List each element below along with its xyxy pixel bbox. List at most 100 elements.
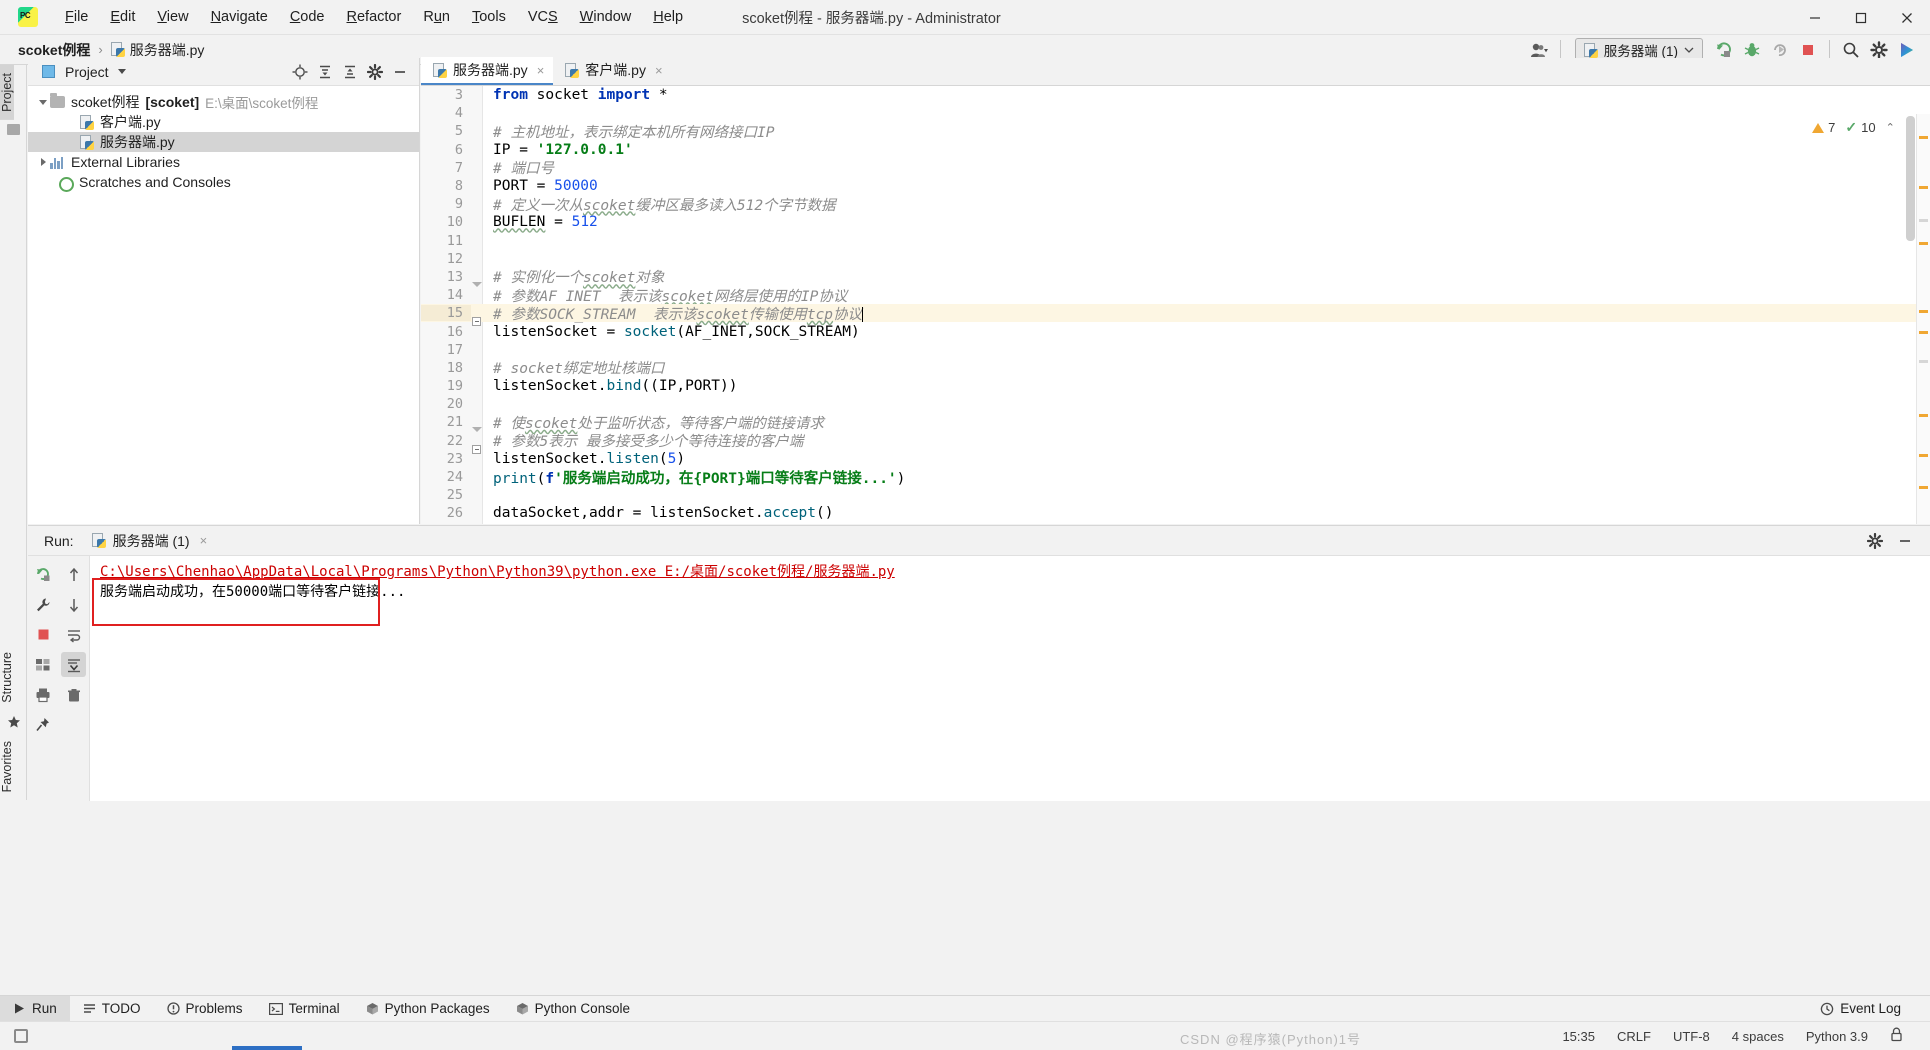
settings-icon[interactable] — [364, 61, 386, 83]
bottom-tab-problems[interactable]: Problems — [154, 996, 256, 1022]
maximize-button[interactable] — [1838, 0, 1884, 35]
trash-icon[interactable] — [61, 682, 86, 707]
code-line[interactable]: 17 — [421, 341, 1930, 359]
code-line[interactable]: 6IP = '127.0.0.1' — [421, 141, 1930, 159]
tree-node[interactable]: scoket例程[scoket]E:\桌面\scoket例程 — [28, 92, 419, 112]
scroll-down-icon[interactable] — [61, 592, 86, 617]
menu-item-run[interactable]: Run — [412, 5, 461, 29]
soft-wrap-icon[interactable] — [61, 622, 86, 647]
close-button[interactable] — [1884, 0, 1930, 35]
editor-tab-strip: 服务器端.py×客户端.py× — [421, 58, 1930, 86]
code-line[interactable]: 13# 实例化一个scoket对象 — [421, 268, 1930, 286]
menu-item-code[interactable]: Code — [279, 5, 336, 29]
run-session-label: 服务器端 (1) — [113, 531, 190, 551]
layout-toggle-icon[interactable] — [14, 1029, 28, 1043]
run-console[interactable]: C:\Users\Chenhao\AppData\Local\Programs\… — [90, 556, 1930, 801]
tree-node[interactable]: 客户端.py — [28, 112, 419, 132]
code-line[interactable]: 21# 使scoket处于监听状态，等待客户端的链接请求 — [421, 413, 1930, 431]
tool-tab-project[interactable]: Project — [0, 65, 14, 120]
wrench-icon[interactable] — [31, 592, 56, 617]
menu-item-view[interactable]: View — [146, 5, 199, 29]
scroll-to-end-icon[interactable] — [61, 652, 86, 677]
breadcrumb-file[interactable]: 服务器端.py — [130, 40, 205, 60]
tree-node[interactable]: Scratches and Consoles — [28, 172, 419, 192]
hide-icon[interactable] — [1894, 530, 1916, 552]
bottom-tab-python-packages[interactable]: Python Packages — [353, 996, 503, 1022]
code-line[interactable]: 7# 端口号 — [421, 159, 1930, 177]
collapse-all-icon[interactable] — [339, 61, 361, 83]
close-icon[interactable]: × — [655, 63, 663, 78]
run-side-col-left — [28, 556, 59, 801]
code-line[interactable]: 24print(f'服务端启动成功，在{PORT}端口等待客户链接...') — [421, 468, 1930, 486]
code-line[interactable]: 18# socket绑定地址核端口 — [421, 359, 1930, 377]
line-separator[interactable]: CRLF — [1606, 1029, 1662, 1044]
code-line[interactable]: 5# 主机地址，表示绑定本机所有网络接口IP — [421, 122, 1930, 140]
code-line[interactable]: 14# 参数AF_INET 表示该scoket网络层使用的IP协议 — [421, 286, 1930, 304]
settings-icon[interactable] — [1864, 530, 1886, 552]
prev-problem-icon[interactable]: ⌃ — [1886, 121, 1895, 134]
code-line[interactable]: 9# 定义一次从scoket缓冲区最多读入512个字节数据 — [421, 195, 1930, 213]
console-command-line[interactable]: C:\Users\Chenhao\AppData\Local\Programs\… — [100, 562, 1930, 582]
menu-item-help[interactable]: Help — [642, 5, 694, 29]
code-line[interactable]: 3from socket import * — [421, 86, 1930, 104]
code-line[interactable]: 12 — [421, 250, 1930, 268]
menu-item-refactor[interactable]: Refactor — [336, 5, 413, 29]
close-icon[interactable]: × — [200, 533, 208, 548]
menu-item-navigate[interactable]: Navigate — [200, 5, 279, 29]
expand-all-icon[interactable] — [314, 61, 336, 83]
scroll-up-icon[interactable] — [61, 562, 86, 587]
bottom-tab-todo[interactable]: TODO — [70, 996, 154, 1022]
code-lines[interactable]: 3from socket import *45# 主机地址，表示绑定本机所有网络… — [421, 86, 1930, 524]
code-line[interactable]: 4 — [421, 104, 1930, 122]
tree-node[interactable]: 服务器端.py — [28, 132, 419, 152]
menu-item-tools[interactable]: Tools — [461, 5, 517, 29]
menu-item-vcs[interactable]: VCS — [517, 5, 569, 29]
event-log-button[interactable]: Event Log — [1807, 996, 1914, 1022]
code-line[interactable]: 20 — [421, 395, 1930, 413]
tool-tab-structure[interactable]: Structure — [0, 644, 14, 711]
code-line[interactable]: 8PORT = 50000 — [421, 177, 1930, 195]
minimize-button[interactable] — [1792, 0, 1838, 35]
pin-icon[interactable] — [31, 712, 56, 737]
indent-setting[interactable]: 4 spaces — [1721, 1029, 1795, 1044]
stop-icon[interactable] — [31, 622, 56, 647]
inspection-side-bar[interactable] — [1916, 114, 1930, 524]
editor-scrollbar-thumb[interactable] — [1906, 116, 1915, 241]
file-encoding[interactable]: UTF-8 — [1662, 1029, 1721, 1044]
close-icon[interactable]: × — [537, 63, 545, 78]
code-line[interactable]: 15# 参数SOCK_STREAM 表示该scoket传输使用tcp协议 — [421, 304, 1930, 322]
bottom-tab-python-console[interactable]: Python Console — [503, 996, 643, 1022]
print-icon[interactable] — [31, 682, 56, 707]
locate-icon[interactable] — [289, 61, 311, 83]
editor-tab[interactable]: 客户端.py× — [553, 57, 671, 85]
menu-item-edit[interactable]: Edit — [99, 5, 146, 29]
tree-node[interactable]: External Libraries — [28, 152, 419, 172]
layout-icon[interactable] — [31, 652, 56, 677]
code-line[interactable]: 10BUFLEN = 512 — [421, 213, 1930, 231]
code-line[interactable]: 16listenSocket = socket(AF_INET,SOCK_STR… — [421, 322, 1930, 340]
chevron-right-icon[interactable] — [36, 158, 50, 166]
code-text: # 参数5表示 最多接受多少个等待连接的客户端 — [483, 430, 803, 451]
python-interpreter[interactable]: Python 3.9 — [1795, 1029, 1879, 1044]
code-line[interactable]: 25 — [421, 486, 1930, 504]
tool-tab-favorites[interactable]: Favorites — [0, 733, 14, 800]
bottom-tab-run[interactable]: Run — [0, 996, 70, 1022]
lock-icon[interactable] — [1879, 1027, 1914, 1045]
code-line[interactable]: 26dataSocket,addr = listenSocket.accept(… — [421, 504, 1930, 522]
code-line[interactable]: 11 — [421, 232, 1930, 250]
menu-item-window[interactable]: Window — [569, 5, 643, 29]
hide-icon[interactable] — [389, 61, 411, 83]
code-area[interactable]: 3from socket import *45# 主机地址，表示绑定本机所有网络… — [421, 86, 1930, 524]
breadcrumb-project[interactable]: scoket例程 — [18, 40, 90, 60]
code-line[interactable]: 22# 参数5表示 最多接受多少个等待连接的客户端 — [421, 432, 1930, 450]
chevron-down-icon[interactable] — [36, 100, 50, 105]
chevron-down-icon[interactable] — [118, 69, 126, 74]
menu-item-file[interactable]: File — [54, 5, 99, 29]
code-line[interactable]: 23listenSocket.listen(5) — [421, 450, 1930, 468]
rerun-icon[interactable] — [31, 562, 56, 587]
bottom-tab-terminal[interactable]: Terminal — [256, 996, 353, 1022]
run-session-tab[interactable]: 服务器端 (1) × — [92, 531, 208, 551]
line-number: 13 — [421, 269, 471, 285]
code-line[interactable]: 19listenSocket.bind((IP,PORT)) — [421, 377, 1930, 395]
editor-tab[interactable]: 服务器端.py× — [421, 57, 553, 85]
